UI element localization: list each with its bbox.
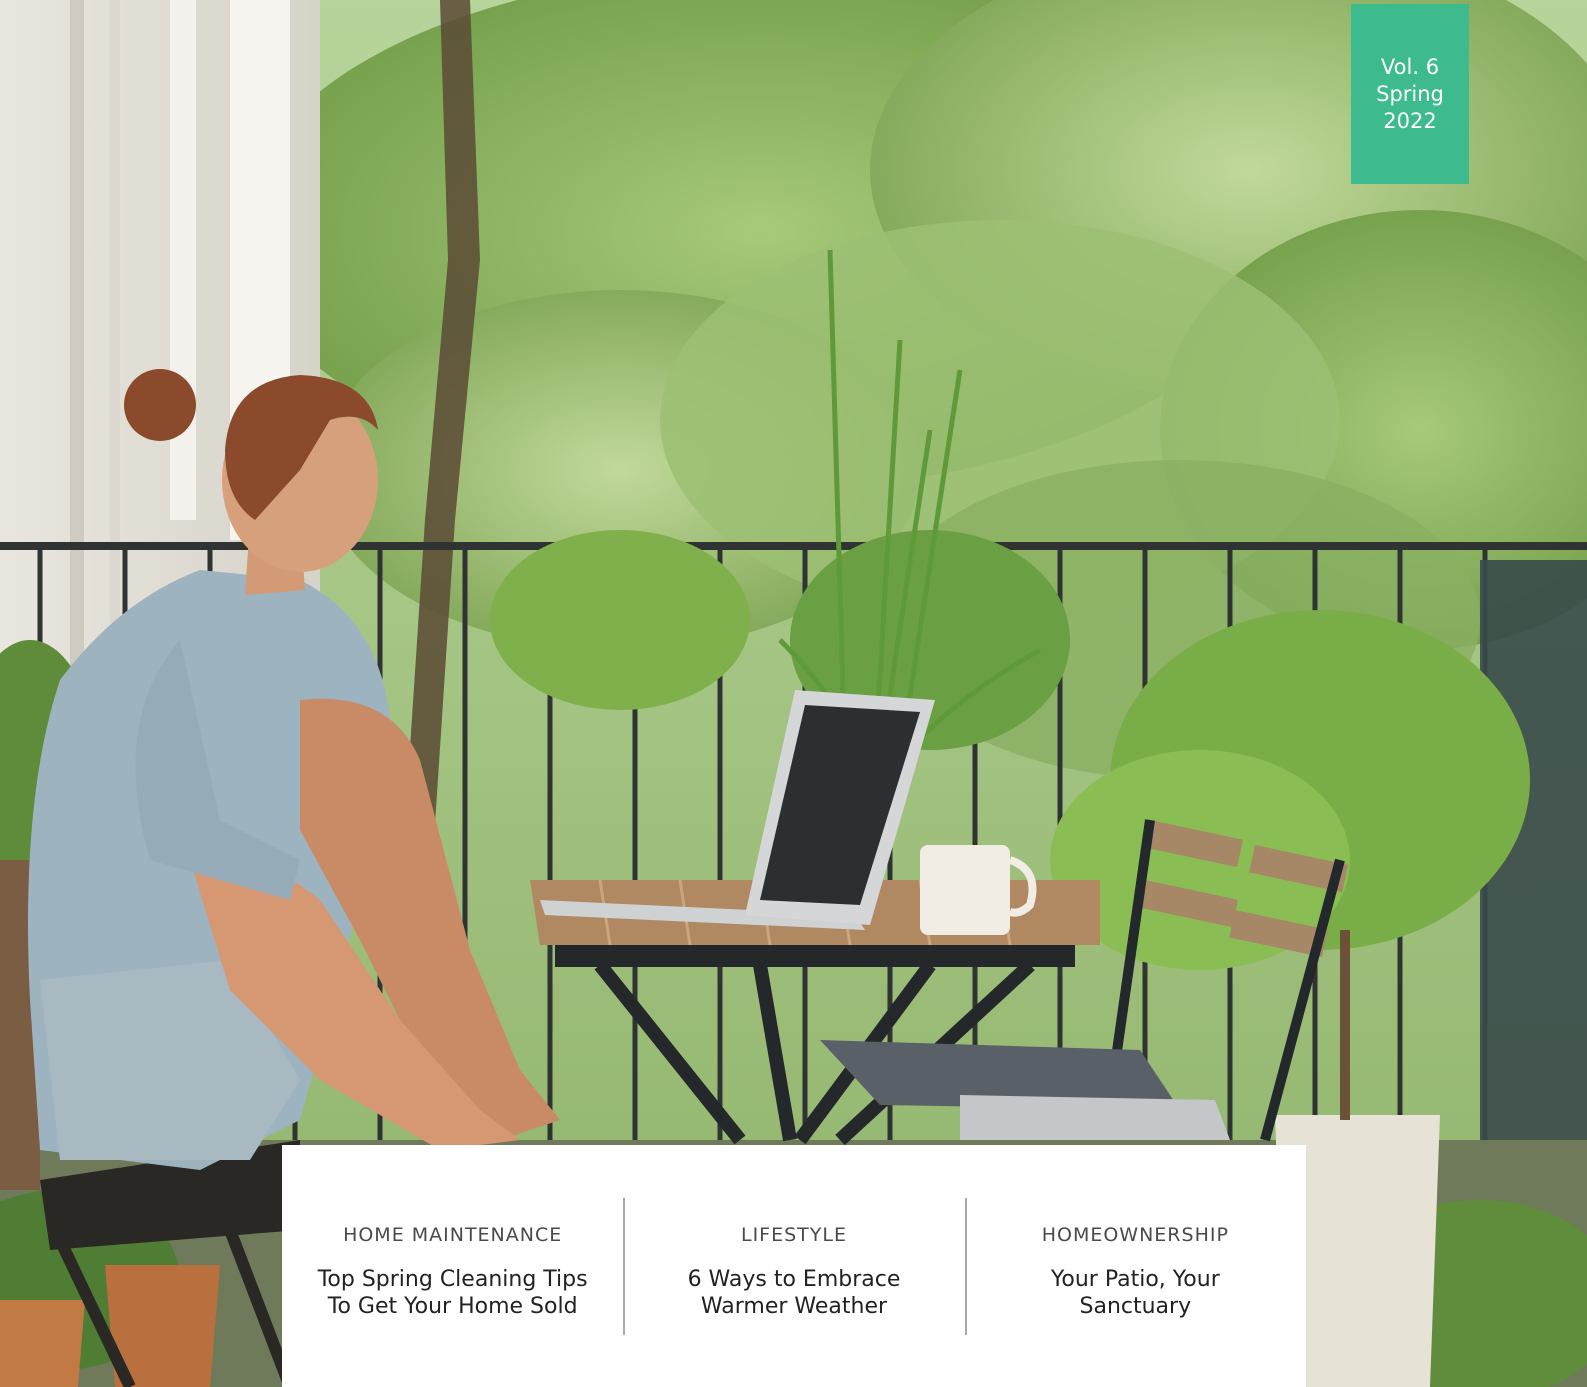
- issue-badge: Vol. 6 Spring 2022: [1351, 4, 1469, 184]
- issue-volume: Vol. 6: [1380, 54, 1440, 79]
- article-title[interactable]: 6 Ways to Embrace Warmer Weather: [654, 1266, 934, 1320]
- issue-season: Spring: [1376, 81, 1444, 106]
- article-title[interactable]: Top Spring Cleaning Tips To Get Your Hom…: [313, 1266, 593, 1320]
- article-category: LIFESTYLE: [740, 1224, 847, 1246]
- article-category: HOMEOWNERSHIP: [1041, 1224, 1229, 1246]
- issue-year: 2022: [1383, 108, 1437, 133]
- article-card-home-maintenance[interactable]: HOME MAINTENANCE Top Spring Cleaning Tip…: [282, 1145, 623, 1387]
- article-category: HOME MAINTENANCE: [343, 1224, 563, 1246]
- magazine-cover: Vol. 6 Spring 2022 HOME MAINTENANCE Top …: [0, 0, 1587, 1387]
- article-teasers: HOME MAINTENANCE Top Spring Cleaning Tip…: [282, 1145, 1306, 1387]
- article-card-homeownership[interactable]: HOMEOWNERSHIP Your Patio, Your Sanctuary: [964, 1145, 1306, 1387]
- article-card-lifestyle[interactable]: LIFESTYLE 6 Ways to Embrace Warmer Weath…: [623, 1145, 964, 1387]
- article-title[interactable]: Your Patio, Your Sanctuary: [995, 1266, 1275, 1320]
